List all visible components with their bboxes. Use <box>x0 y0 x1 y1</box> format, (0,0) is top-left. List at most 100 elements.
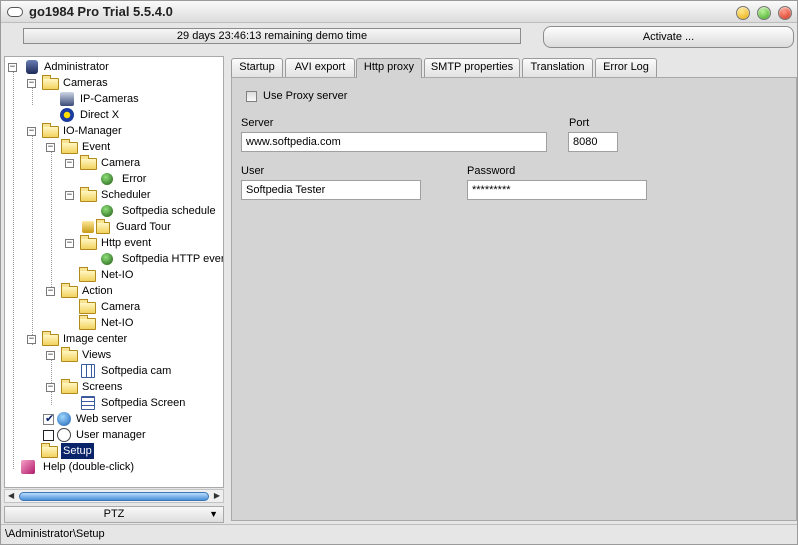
tree-label: Views <box>82 349 112 361</box>
tree-label: Camera <box>101 301 141 313</box>
folder-open-icon <box>80 187 97 202</box>
collapse-icon[interactable]: − <box>27 335 36 344</box>
tree-label: Net-IO <box>101 269 134 281</box>
scrollbar-thumb[interactable] <box>19 492 209 501</box>
status-bar: \Administrator\Setup <box>1 524 797 544</box>
tree-node-error[interactable]: Error <box>101 171 211 187</box>
tree-label: IP-Cameras <box>80 93 139 105</box>
scroll-right-icon[interactable]: ▶ <box>214 491 220 500</box>
tree-label: Web server <box>76 413 133 425</box>
tree-node-softpedia-http-event[interactable]: Softpedia HTTP event <box>101 251 224 267</box>
view-grid-icon <box>81 364 95 378</box>
app-window: go1984 Pro Trial 5.5.4.0 29 days 23:46:1… <box>0 0 798 545</box>
setup-folder-icon <box>41 443 58 458</box>
tree-node-net-io[interactable]: Net-IO <box>79 267 209 283</box>
tree-node-setup[interactable]: Setup <box>41 443 211 459</box>
collapse-icon[interactable]: − <box>65 191 74 200</box>
tree-node-http-event[interactable]: − Http event <box>65 235 215 251</box>
port-label: Port <box>569 117 590 129</box>
tab-startup[interactable]: Startup <box>231 58 283 77</box>
folder-open-icon <box>42 75 59 90</box>
tree-label: Direct X <box>80 109 120 121</box>
tree-node-ip-cameras[interactable]: IP-Cameras <box>60 91 210 107</box>
activate-button[interactable]: Activate ... <box>543 26 794 48</box>
event-icon <box>101 205 113 217</box>
tree-label: Guard Tour <box>116 221 171 233</box>
tab-error-log[interactable]: Error Log <box>595 58 657 77</box>
tree-node-administrator[interactable]: − Administrator <box>8 59 218 75</box>
navigation-tree: − Administrator − Cameras IP-Cameras Dir… <box>4 56 224 488</box>
window-title: go1984 Pro Trial 5.5.4.0 <box>29 4 173 19</box>
tree-label: Softpedia HTTP event <box>122 253 224 265</box>
tree-label: User manager <box>76 429 146 441</box>
dropdown-arrow-icon: ▼ <box>209 509 218 519</box>
tree-label: Action <box>82 285 113 297</box>
tree-label: Net-IO <box>101 317 134 329</box>
tree-node-camera[interactable]: − Camera <box>65 155 215 171</box>
tree-guide <box>32 133 33 345</box>
tab-http-proxy[interactable]: Http proxy <box>356 58 422 78</box>
password-label: Password <box>467 165 516 177</box>
password-input[interactable] <box>467 180 647 200</box>
port-input[interactable] <box>568 132 618 152</box>
tree-label: Help (double-click) <box>43 461 135 473</box>
tab-translation[interactable]: Translation <box>522 58 593 77</box>
administrator-icon <box>26 60 38 74</box>
collapse-icon[interactable]: − <box>46 143 55 152</box>
ptz-label: PTZ <box>103 508 125 520</box>
settings-tabs: Startup AVI export Http proxy SMTP prope… <box>231 58 797 78</box>
ptz-dropdown[interactable]: PTZ ▼ <box>4 506 224 523</box>
user-manager-checkbox[interactable] <box>43 430 54 441</box>
tree-node-screens[interactable]: − Screens <box>46 379 216 395</box>
folder-open-icon <box>61 379 78 394</box>
folder-open-icon <box>80 155 97 170</box>
maximize-button[interactable] <box>757 6 771 20</box>
tree-node-softpedia-schedule[interactable]: Softpedia schedule <box>101 203 223 219</box>
minimize-button[interactable] <box>736 6 750 20</box>
folder-icon <box>79 299 96 314</box>
collapse-icon[interactable]: − <box>8 63 17 72</box>
tree-horizontal-scrollbar[interactable]: ◀ ▶ <box>4 489 224 503</box>
tree-node-web-server[interactable]: ✔ Web server <box>43 411 213 427</box>
tree-node-guard-tour[interactable]: Guard Tour <box>82 219 212 235</box>
tree-node-action[interactable]: − Action <box>46 283 216 299</box>
tree-node-softpedia-cam[interactable]: Softpedia cam <box>81 363 211 379</box>
tree-label: Camera <box>101 157 141 169</box>
tree-node-action-net-io[interactable]: Net-IO <box>79 315 209 331</box>
tree-node-softpedia-screen[interactable]: Softpedia Screen <box>81 395 211 411</box>
tree-label-selected: Setup <box>61 443 94 459</box>
collapse-icon[interactable]: − <box>27 127 36 136</box>
tree-node-scheduler[interactable]: − Scheduler <box>65 187 215 203</box>
collapse-icon[interactable]: − <box>46 287 55 296</box>
collapse-icon[interactable]: − <box>65 239 74 248</box>
server-input[interactable] <box>241 132 547 152</box>
tree-node-direct-x[interactable]: Direct X <box>60 107 210 123</box>
collapse-icon[interactable]: − <box>46 351 55 360</box>
use-proxy-label: Use Proxy server <box>263 90 348 102</box>
tree-node-image-center[interactable]: − Image center <box>27 331 217 347</box>
tree-node-help[interactable]: Help (double-click) <box>21 459 211 475</box>
checkmark-icon: ✔ <box>45 413 55 425</box>
tree-node-user-manager[interactable]: User manager <box>43 427 213 443</box>
tree-node-action-camera[interactable]: Camera <box>79 299 209 315</box>
collapse-icon[interactable]: − <box>65 159 74 168</box>
collapse-icon[interactable]: − <box>46 383 55 392</box>
screen-icon <box>81 396 95 410</box>
title-bar[interactable]: go1984 Pro Trial 5.5.4.0 <box>1 1 797 23</box>
use-proxy-checkbox[interactable] <box>246 91 257 102</box>
tree-label: Screens <box>82 381 123 393</box>
tree-node-cameras[interactable]: − Cameras <box>27 75 217 91</box>
scroll-left-icon[interactable]: ◀ <box>8 491 14 500</box>
tab-smtp-properties[interactable]: SMTP properties <box>424 58 520 77</box>
tree-node-views[interactable]: − Views <box>46 347 216 363</box>
tree-node-event[interactable]: − Event <box>46 139 216 155</box>
folder-open-icon <box>42 123 59 138</box>
tree-node-io-manager[interactable]: − IO-Manager <box>27 123 217 139</box>
tree-label: Softpedia Screen <box>101 397 186 409</box>
demo-time-bar: 29 days 23:46:13 remaining demo time <box>23 28 521 44</box>
close-button[interactable] <box>778 6 792 20</box>
tab-avi-export[interactable]: AVI export <box>285 58 355 77</box>
tree-label: Event <box>82 141 111 153</box>
collapse-icon[interactable]: − <box>27 79 36 88</box>
user-input[interactable] <box>241 180 421 200</box>
